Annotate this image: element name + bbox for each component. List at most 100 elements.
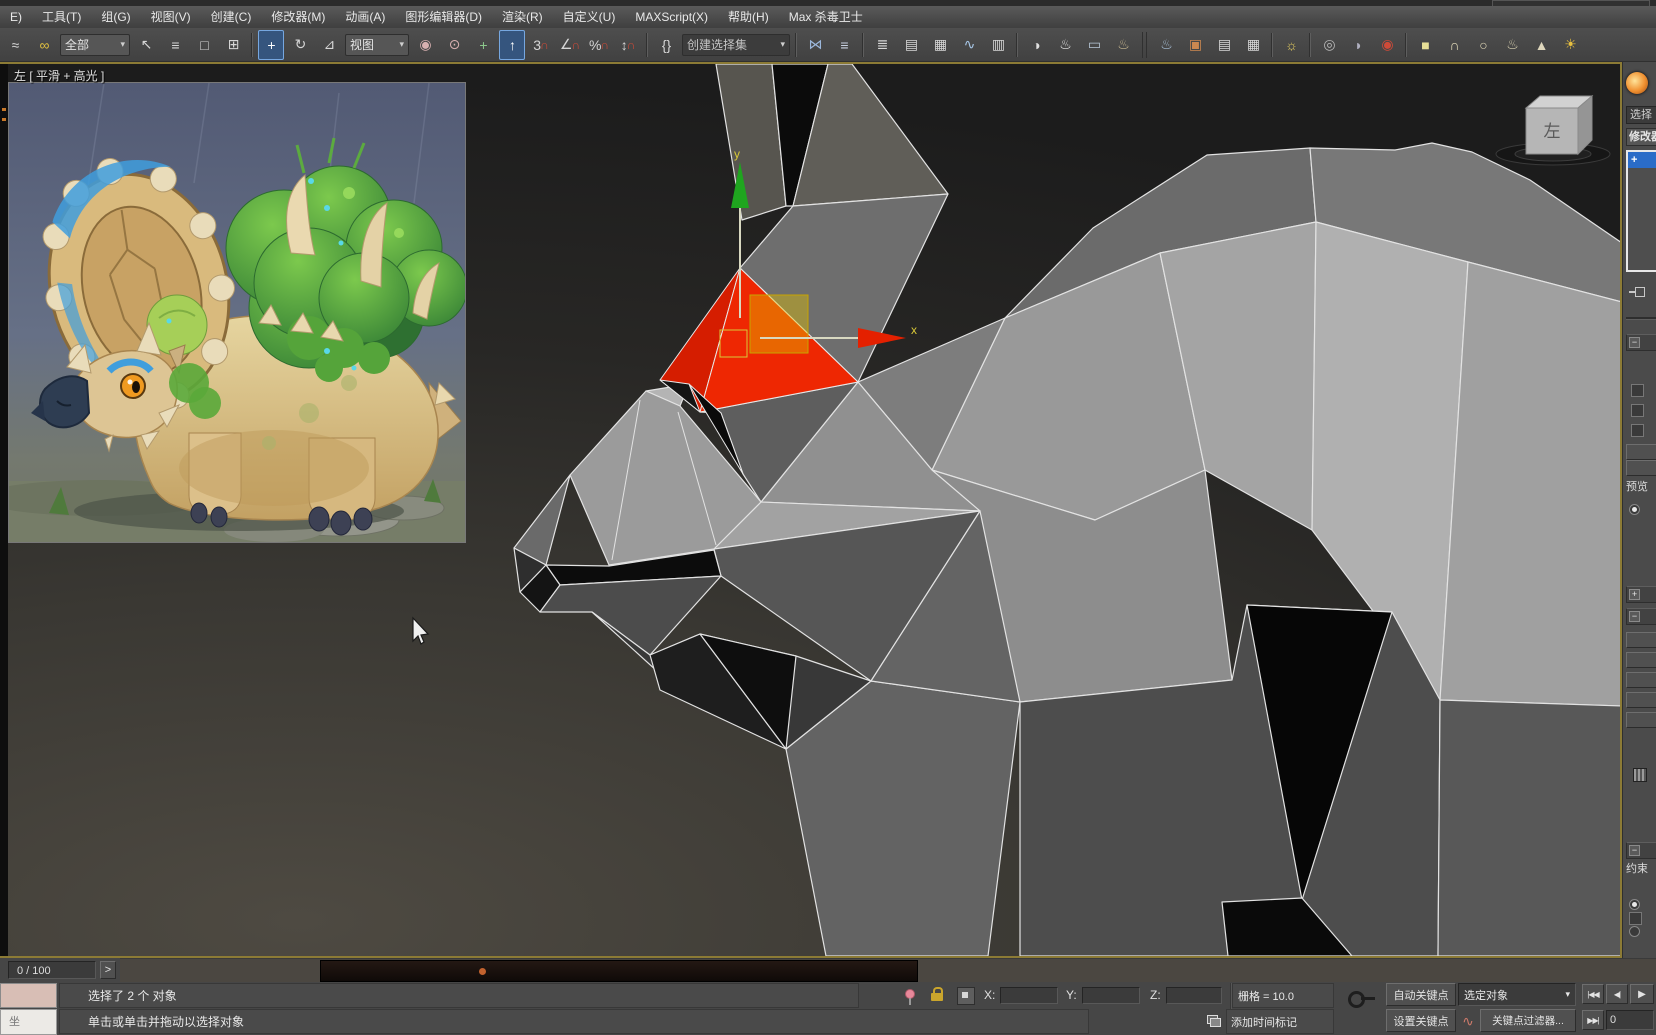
rollout-header[interactable]: + [1626,586,1656,603]
rollout-header[interactable]: − [1626,334,1656,351]
reference-image-window[interactable] [0,82,468,543]
modifier-list-dropdown[interactable]: 修改器列表 [1626,128,1656,146]
delete-icon[interactable] [1633,768,1647,782]
set-keys-key-icon[interactable] [1348,991,1375,1008]
select-scale-icon[interactable]: ⊿ [316,30,342,60]
menu-item[interactable]: 创建(C) [201,6,262,28]
material-editor-icon[interactable]: ◑ [1023,30,1049,60]
panel-checkbox[interactable] [1631,424,1644,437]
shaded-sphere-icon[interactable]: ◗ [1345,30,1371,60]
key-filter-curve-icon[interactable]: ∿ [1458,1011,1478,1031]
selection-lock-icon[interactable] [931,987,943,1001]
light-slate-icon[interactable]: ☼ [1278,30,1304,60]
panel-checkbox[interactable] [1631,384,1644,397]
pin-stack-icon[interactable] [1629,287,1645,297]
set-key-button[interactable]: 设置关键点 [1386,1009,1456,1032]
grid-panel-icon[interactable]: ▦ [1240,30,1266,60]
panel-checkbox[interactable] [1631,404,1644,417]
render-setup-icon[interactable]: ♨ [1052,30,1078,60]
collapse-icon[interactable]: − [1629,611,1640,622]
x-coordinate-field[interactable] [1000,987,1058,1004]
menu-item[interactable]: Max 杀毒卫士 [779,6,873,28]
panel-button[interactable] [1626,652,1656,668]
select-by-name-icon[interactable]: ≡ [162,30,188,60]
menu-item[interactable]: 帮助(H) [718,6,779,28]
teapot-primitive-icon[interactable]: ♨ [1499,30,1525,60]
panel-button[interactable] [1626,632,1656,648]
maxscript-mini-listener-pink[interactable] [0,983,57,1008]
material-window-icon[interactable]: ▣ [1182,30,1208,60]
layer-manager-icon[interactable]: ≣ [869,30,895,60]
constraint-radio[interactable] [1629,899,1640,910]
add-time-tag-window-icon[interactable] [1207,1015,1221,1027]
previous-frame-button[interactable]: ◀| [1606,984,1628,1004]
select-object-icon[interactable]: ↖ [133,30,159,60]
rollout-header[interactable]: − [1626,608,1656,625]
modifier-stack-selected-item[interactable]: + [1628,152,1656,168]
maxscript-mini-listener-white[interactable]: 坐 [0,1009,57,1035]
key-selection-dropdown[interactable]: 选定对象 ▾ [1458,983,1576,1006]
modifier-stack-list[interactable]: + [1626,150,1656,272]
absolute-relative-toggle-icon[interactable] [957,987,975,1005]
menu-item[interactable]: 工具(T) [32,6,91,28]
go-to-end-button[interactable]: ▶▶| [1582,1010,1604,1030]
list-panel-icon[interactable]: ▤ [1211,30,1237,60]
constraint-radio[interactable] [1629,926,1640,937]
spinner-snap-icon[interactable]: ↕ ∩ [615,30,641,60]
edit-named-selections-icon[interactable]: {} [653,30,679,60]
use-pivot-center-icon[interactable]: ◉ [412,30,438,60]
cone-icon[interactable]: ▲ [1528,30,1554,60]
current-frame-field[interactable] [1606,1010,1654,1030]
sun-icon[interactable]: ☀ [1557,30,1583,60]
play-button[interactable]: ▶ [1630,984,1654,1004]
rect-region-icon[interactable]: □ [191,30,217,60]
go-to-start-button[interactable]: |◀◀ [1582,984,1604,1004]
object-name-field[interactable]: 选择 [1626,106,1656,124]
angle-snap-icon[interactable]: ∠ ∩ [557,30,583,60]
panel-button[interactable] [1626,712,1656,728]
mirror-icon[interactable]: ⋈ [802,30,828,60]
track-bar[interactable] [120,958,1656,982]
named-selection-set-dropdown[interactable]: 创建选择集 ▾ [682,33,790,56]
select-rotate-icon[interactable]: ↻ [287,30,313,60]
rollout-header[interactable]: − [1626,842,1656,859]
next-frame-button[interactable]: > [100,961,116,979]
add-time-tag[interactable]: 添加时间标记 [1226,1009,1334,1034]
link-chain-icon[interactable]: ∞ [31,30,57,60]
dome-icon[interactable]: ∩ [1441,30,1467,60]
key-filters-button[interactable]: 关键点过滤器... [1480,1009,1576,1032]
align-icon[interactable]: ≡ [831,30,857,60]
menu-item[interactable]: MAXScript(X) [625,6,718,28]
progress-marker-dot[interactable] [479,968,486,975]
time-slider[interactable]: 0 / 100 [8,961,96,979]
editable-poly-mesh[interactable] [513,64,1620,956]
panel-button[interactable] [1626,692,1656,708]
menu-item[interactable]: 组(G) [91,6,140,28]
panel-button[interactable] [1626,460,1656,476]
rendered-frame-icon[interactable]: ▭ [1081,30,1107,60]
viewport-label[interactable]: 左 [ 平滑 + 高光 ] [14,67,104,84]
command-panel-tab-icon[interactable] [1626,72,1648,94]
ring-icon[interactable]: ○ [1470,30,1496,60]
swatch-square-icon[interactable]: ■ [1412,30,1438,60]
ribbon-toggle-icon[interactable]: ▦ [927,30,953,60]
menu-item[interactable]: 自定义(U) [553,6,626,28]
select-move-icon[interactable]: + [258,29,284,60]
window-crossing-icon[interactable]: ⊞ [220,30,246,60]
z-coordinate-field[interactable] [1166,987,1222,1004]
curve-editor-icon[interactable]: ∿ [956,30,982,60]
selection-filter-dropdown[interactable]: 全部 ▾ [60,33,130,56]
collapse-icon[interactable]: − [1629,337,1640,348]
menu-item[interactable]: 图形编辑器(D) [395,6,492,28]
reference-coordinate-dropdown[interactable]: 视图 ▾ [345,33,409,56]
recording-progress-strip[interactable] [320,960,918,982]
gizmo-xy-plane-handle[interactable] [749,294,809,354]
snap-3d-icon[interactable]: 3 ∩ [528,30,554,60]
panel-button[interactable] [1626,444,1656,460]
select-place-icon[interactable]: + [470,30,496,60]
menu-item[interactable]: 动画(A) [335,6,395,28]
isolate-selection-pin-icon[interactable] [905,989,915,1005]
camera-icon[interactable]: ◎ [1316,30,1342,60]
y-coordinate-field[interactable] [1082,987,1140,1004]
panel-checkbox[interactable] [1629,912,1642,925]
